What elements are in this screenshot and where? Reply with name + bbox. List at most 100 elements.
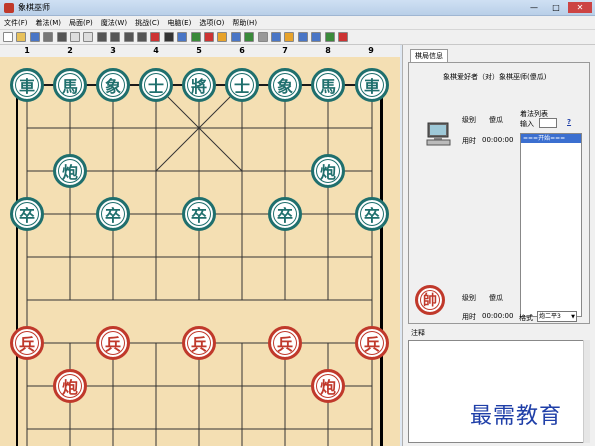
rotate-icon[interactable] <box>271 32 281 42</box>
black-piece[interactable]: 將 <box>182 68 216 102</box>
save-icon[interactable] <box>29 32 40 42</box>
file-number: 2 <box>67 46 73 55</box>
black-piece[interactable]: 士 <box>139 68 173 102</box>
black-pawn[interactable]: 卒 <box>10 197 44 231</box>
watermark-text: 最需教育 <box>470 404 563 429</box>
red-pawn[interactable]: 兵 <box>10 326 44 360</box>
red-player-avatar: 帥 <box>415 285 445 315</box>
bottom-time-value: 00:00:00 <box>482 312 514 320</box>
info-box: 象棋爱好者（对）象棋巫师(傻瓜) 级别 傻瓜 用时 00:00:00 着法列表 … <box>408 62 590 324</box>
matchup-title: 象棋爱好者（对）象棋巫师(傻瓜) <box>443 73 547 81</box>
music-icon[interactable] <box>244 32 255 42</box>
format-selected: 炮二平3 <box>539 313 561 320</box>
menu-computer[interactable]: 电脑(E) <box>163 16 195 30</box>
chess-board[interactable]: 車馬象士將士象馬車炮炮卒卒卒卒卒兵兵兵兵兵炮炮 <box>0 57 400 446</box>
exit-icon[interactable] <box>338 32 348 42</box>
help-icon[interactable] <box>311 32 322 42</box>
top-level-value: 傻瓜 <box>489 116 503 124</box>
top-time-label: 用时 <box>462 137 476 145</box>
menu-challenge[interactable]: 挑战(C) <box>131 16 163 30</box>
red-pawn[interactable]: 兵 <box>355 326 389 360</box>
undo-icon[interactable] <box>56 32 67 42</box>
notes-scrollbar[interactable] <box>583 340 590 443</box>
print-icon[interactable] <box>43 32 54 42</box>
maximize-button[interactable]: □ <box>546 2 566 13</box>
clock-icon[interactable] <box>297 32 308 42</box>
app-icon <box>4 3 14 13</box>
file-number: 1 <box>24 46 30 55</box>
input-label: 输入 <box>520 120 534 128</box>
red-pawn[interactable]: 兵 <box>268 326 302 360</box>
file-number: 3 <box>110 46 116 55</box>
tab-game-info[interactable]: 棋局信息 <box>410 49 448 62</box>
black-piece[interactable]: 士 <box>225 68 259 102</box>
black-pawn[interactable]: 卒 <box>182 197 216 231</box>
move-list[interactable]: ===开始=== <box>520 133 582 317</box>
minimize-button[interactable]: — <box>524 2 544 13</box>
move-list-start-item[interactable]: ===开始=== <box>521 134 581 143</box>
new-icon[interactable] <box>3 32 13 42</box>
move-input[interactable] <box>539 118 557 128</box>
top-level-label: 级别 <box>462 116 476 124</box>
black-piece[interactable]: 車 <box>355 68 389 102</box>
menu-options[interactable]: 选项(O) <box>195 16 228 30</box>
menu-bar: 文件(F) 着法(M) 局面(P) 魔法(W) 挑战(C) 电脑(E) 选项(O) 帮助(H) <box>0 16 595 30</box>
open-icon[interactable] <box>16 32 27 42</box>
find-icon[interactable] <box>163 32 174 42</box>
sound-icon[interactable] <box>257 32 268 42</box>
prev-move-icon[interactable] <box>110 32 121 42</box>
game-info-panel: 棋局信息 象棋爱好者（对）象棋巫师(傻瓜) 级别 傻瓜 用时 00:00:00 … <box>402 45 595 446</box>
file-ruler: 1 2 3 4 5 6 7 8 9 <box>0 45 400 57</box>
title-bar: 象棋巫师 — □ ✕ <box>0 0 595 16</box>
timer-icon[interactable] <box>284 32 295 42</box>
black-piece[interactable]: 象 <box>268 68 302 102</box>
red-cannon[interactable]: 炮 <box>53 369 87 403</box>
menu-magic[interactable]: 魔法(W) <box>97 16 131 30</box>
info-icon[interactable] <box>324 32 335 42</box>
black-piece[interactable]: 車 <box>10 68 44 102</box>
black-piece[interactable]: 象 <box>96 68 130 102</box>
format-select[interactable]: 炮二平3 ▼ <box>537 311 577 322</box>
red-cannon[interactable]: 炮 <box>311 369 345 403</box>
setup-icon[interactable] <box>230 32 241 42</box>
menu-position[interactable]: 局面(P) <box>65 16 97 30</box>
menu-move[interactable]: 着法(M) <box>32 16 66 30</box>
paste-icon[interactable] <box>83 32 94 42</box>
menu-file[interactable]: 文件(F) <box>0 16 32 30</box>
bottom-time-label: 用时 <box>462 313 476 321</box>
cut-icon[interactable] <box>150 32 161 42</box>
black-cannon[interactable]: 炮 <box>53 154 87 188</box>
red-pawn[interactable]: 兵 <box>96 326 130 360</box>
copy-icon[interactable] <box>70 32 80 42</box>
file-number: 4 <box>153 46 159 55</box>
file-number: 6 <box>239 46 245 55</box>
black-pawn[interactable]: 卒 <box>355 197 389 231</box>
engine-icon[interactable] <box>204 32 214 42</box>
book-icon[interactable] <box>177 32 188 42</box>
top-time-value: 00:00:00 <box>482 136 514 144</box>
window-title: 象棋巫师 <box>18 3 50 12</box>
format-label: 格式 <box>519 314 533 322</box>
last-move-icon[interactable] <box>137 32 147 42</box>
black-pawn[interactable]: 卒 <box>96 197 130 231</box>
help-link[interactable]: ? <box>567 118 571 126</box>
file-number: 7 <box>282 46 288 55</box>
menu-help[interactable]: 帮助(H) <box>228 16 261 30</box>
red-pawn[interactable]: 兵 <box>182 326 216 360</box>
app-window: 象棋巫师 — □ ✕ 文件(F) 着法(M) 局面(P) 魔法(W) 挑战(C) 电脑(E… <box>0 0 595 446</box>
flag-icon[interactable] <box>190 32 201 42</box>
file-number: 5 <box>196 46 202 55</box>
computer-icon <box>426 122 451 146</box>
hint-icon[interactable] <box>217 32 228 42</box>
first-move-icon[interactable] <box>96 32 107 42</box>
file-number: 8 <box>325 46 331 55</box>
black-pawn[interactable]: 卒 <box>268 197 302 231</box>
chevron-down-icon: ▼ <box>571 314 575 320</box>
black-piece[interactable]: 馬 <box>53 68 87 102</box>
black-piece[interactable]: 馬 <box>311 68 345 102</box>
next-move-icon[interactable] <box>123 32 134 42</box>
bottom-level-value: 傻瓜 <box>489 294 503 302</box>
close-button[interactable]: ✕ <box>568 2 592 13</box>
black-cannon[interactable]: 炮 <box>311 154 345 188</box>
toolbar <box>0 30 595 45</box>
